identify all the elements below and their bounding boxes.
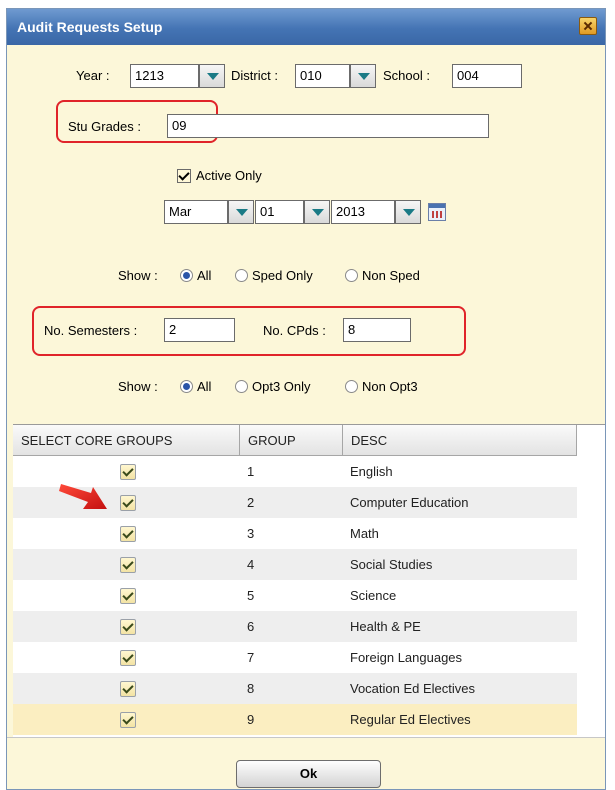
row-checkbox[interactable] xyxy=(120,495,136,511)
district-dropdown-icon[interactable] xyxy=(350,64,376,88)
table-row[interactable]: 8 Vocation Ed Electives xyxy=(13,673,577,704)
row-checkbox[interactable] xyxy=(120,681,136,697)
show-opt3-label: Show : xyxy=(118,379,158,394)
row-checkbox[interactable] xyxy=(120,464,136,480)
radio-sped-all[interactable] xyxy=(180,269,193,282)
row-group: 7 xyxy=(247,650,255,665)
row-group: 6 xyxy=(247,619,255,634)
row-group: 4 xyxy=(247,557,255,572)
row-checkbox[interactable] xyxy=(120,712,136,728)
stu-grades-label: Stu Grades : xyxy=(68,119,141,134)
top-stripe xyxy=(0,0,615,8)
row-group: 3 xyxy=(247,526,255,541)
row-group: 2 xyxy=(247,495,255,510)
row-checkbox[interactable] xyxy=(120,619,136,635)
year-date-select[interactable]: 2013 xyxy=(331,200,395,224)
row-group: 9 xyxy=(247,712,255,727)
day-dropdown-icon[interactable] xyxy=(304,200,330,224)
table-row[interactable]: 3 Math xyxy=(13,518,577,549)
row-checkbox[interactable] xyxy=(120,588,136,604)
radio-opt3-all-label: All xyxy=(197,379,212,394)
school-label: School : xyxy=(383,68,430,83)
header-desc[interactable]: DESC xyxy=(343,425,577,455)
radio-opt3-only-label: Opt3 Only xyxy=(252,379,311,394)
year-date-dropdown-icon[interactable] xyxy=(395,200,421,224)
red-arrow-icon xyxy=(59,484,107,509)
radio-opt3-only[interactable] xyxy=(235,380,248,393)
semesters-input[interactable]: 2 xyxy=(164,318,235,342)
row-checkbox[interactable] xyxy=(120,650,136,666)
year-label: Year : xyxy=(76,68,110,83)
day-select[interactable]: 01 xyxy=(255,200,304,224)
row-desc: Health & PE xyxy=(350,619,421,634)
radio-non-opt3[interactable] xyxy=(345,380,358,393)
row-desc: Social Studies xyxy=(350,557,433,572)
table-row[interactable]: 9 Regular Ed Electives xyxy=(13,704,577,735)
row-desc: Foreign Languages xyxy=(350,650,463,665)
row-desc: English xyxy=(350,464,393,479)
radio-non-sped[interactable] xyxy=(345,269,358,282)
year-select[interactable]: 1213 xyxy=(130,64,199,88)
core-groups-grid: SELECT CORE GROUPS GROUP DESC 1 English … xyxy=(13,424,605,738)
row-checkbox[interactable] xyxy=(120,526,136,542)
dialog-footer: Ok xyxy=(7,737,605,789)
window-title: Audit Requests Setup xyxy=(17,19,163,35)
active-only-checkbox[interactable] xyxy=(177,169,191,183)
title-bar: Audit Requests Setup xyxy=(7,9,605,45)
calendar-icon[interactable] xyxy=(428,203,446,221)
stu-grades-input[interactable]: 09 xyxy=(167,114,489,138)
row-group: 5 xyxy=(247,588,255,603)
radio-sped-only-label: Sped Only xyxy=(252,268,313,283)
row-desc: Vocation Ed Electives xyxy=(350,681,476,696)
header-select-core-groups[interactable]: SELECT CORE GROUPS xyxy=(13,425,240,455)
year-dropdown-icon[interactable] xyxy=(199,64,225,88)
active-only-label: Active Only xyxy=(196,168,262,183)
show-sped-label: Show : xyxy=(118,268,158,283)
radio-non-opt3-label: Non Opt3 xyxy=(362,379,418,394)
radio-sped-only[interactable] xyxy=(235,269,248,282)
table-row[interactable]: 4 Social Studies xyxy=(13,549,577,580)
cpds-input[interactable]: 8 xyxy=(343,318,411,342)
row-checkbox[interactable] xyxy=(120,557,136,573)
row-group: 1 xyxy=(247,464,255,479)
table-row[interactable]: 6 Health & PE xyxy=(13,611,577,642)
close-icon[interactable] xyxy=(579,17,597,35)
radio-non-sped-label: Non Sped xyxy=(362,268,420,283)
district-label: District : xyxy=(231,68,278,83)
row-desc: Science xyxy=(350,588,397,603)
radio-opt3-all[interactable] xyxy=(180,380,193,393)
dialog-window: Audit Requests Setup Year : 1213 Distric… xyxy=(6,8,606,790)
semesters-label: No. Semesters : xyxy=(44,323,138,338)
row-desc: Computer Education xyxy=(350,495,469,510)
radio-sped-all-label: All xyxy=(197,268,212,283)
header-group[interactable]: GROUP xyxy=(240,425,343,455)
table-row[interactable]: 7 Foreign Languages xyxy=(13,642,577,673)
row-group: 8 xyxy=(247,681,255,696)
school-field[interactable]: 004 xyxy=(452,64,522,88)
row-desc: Regular Ed Electives xyxy=(350,712,471,727)
table-row[interactable]: 5 Science xyxy=(13,580,577,611)
month-select[interactable]: Mar xyxy=(164,200,228,224)
grid-header: SELECT CORE GROUPS GROUP DESC xyxy=(13,425,577,456)
month-dropdown-icon[interactable] xyxy=(228,200,254,224)
ok-button[interactable]: Ok xyxy=(236,760,381,788)
cpds-label: No. CPds : xyxy=(263,323,326,338)
row-desc: Math xyxy=(350,526,379,541)
district-select[interactable]: 010 xyxy=(295,64,350,88)
